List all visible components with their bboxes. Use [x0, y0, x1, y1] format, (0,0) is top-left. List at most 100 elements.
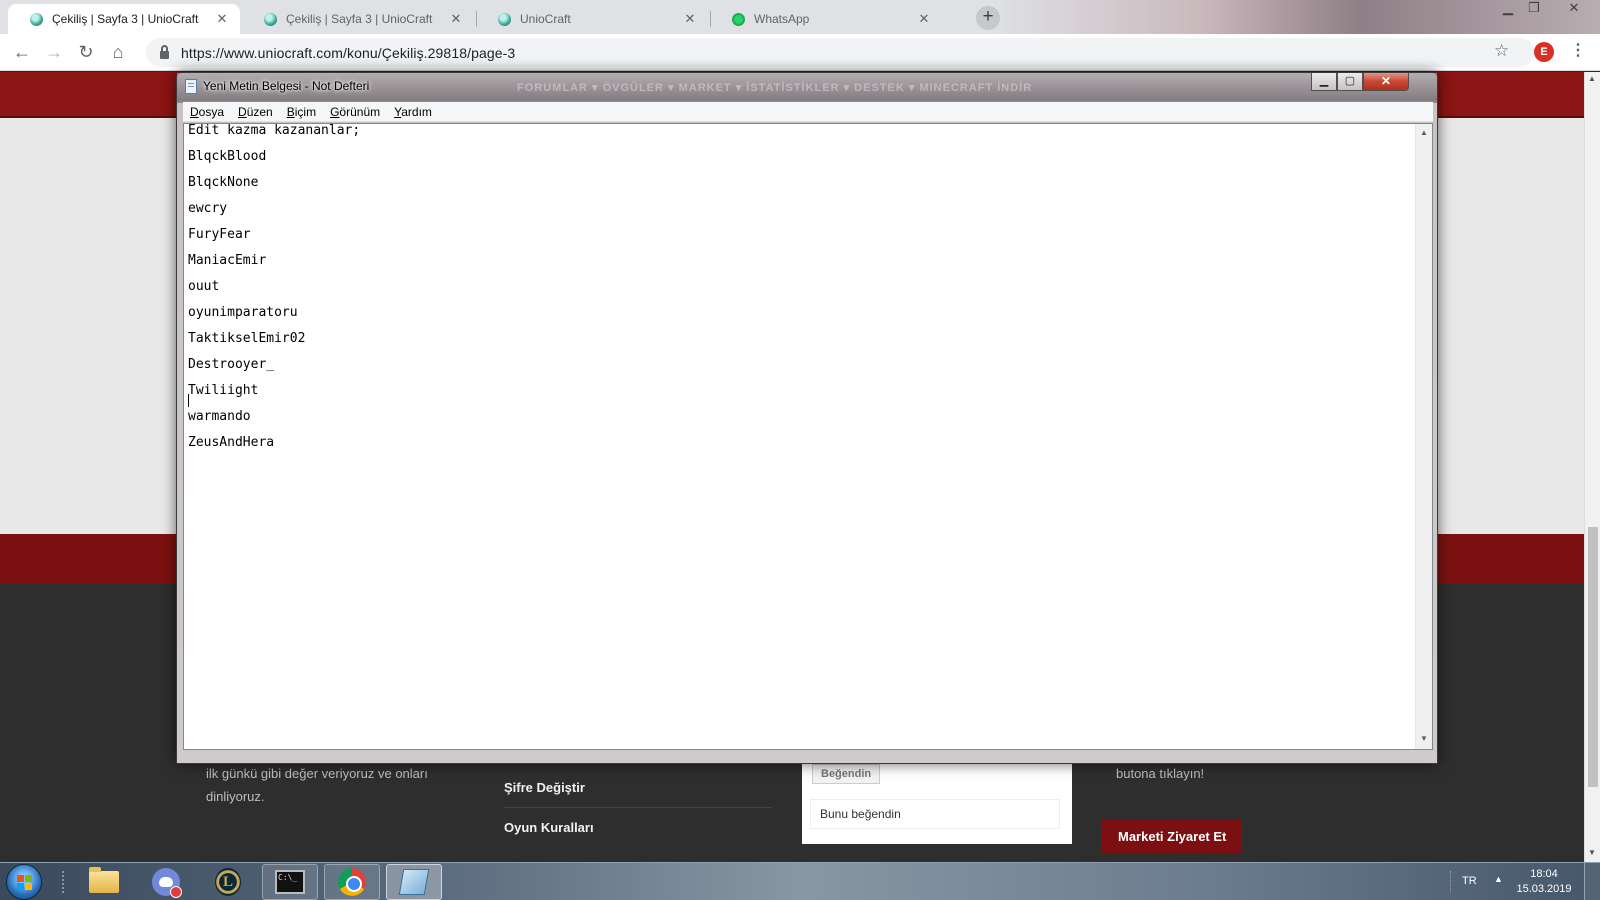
text-line: Edit kazma kazananlar;	[188, 123, 361, 138]
market-visit-button[interactable]: Marketi Ziyaret Et	[1102, 820, 1243, 854]
back-arrow-icon[interactable]: ←	[10, 40, 34, 64]
text-line: BlqckNone	[188, 175, 259, 190]
menu-yardim[interactable]: Yardım	[387, 105, 439, 119]
tab-whatsapp[interactable]: WhatsApp ✕	[710, 4, 942, 34]
page-scrollbar[interactable]: ▲ ▼	[1584, 72, 1600, 862]
notepad-title: Yeni Metin Belgesi - Not Defteri	[203, 79, 370, 93]
scroll-down-icon[interactable]: ▼	[1588, 848, 1596, 857]
text-line: Twiliight	[188, 383, 259, 398]
profile-avatar[interactable]: E	[1534, 42, 1554, 62]
site-nav-ghost-text: FORUMLAR ▾ ÖVGÜLER ▾ MARKET ▾ İSTATİSTİK…	[517, 82, 1033, 94]
tab-cekilis-1[interactable]: Çekiliş | Sayfa 3 | UnioCraft ✕	[8, 4, 240, 34]
notepad-scrollbar[interactable]: ▲ ▼	[1415, 124, 1432, 749]
text-line: BlqckBlood	[188, 149, 267, 164]
system-clock[interactable]: 18:04 15.03.2019	[1508, 867, 1580, 897]
footer-about-line1: ilk günkü gibi değer veriyoruz ve onları	[206, 766, 428, 781]
restore-icon[interactable]: ❐	[1520, 0, 1548, 18]
tray-expand-icon[interactable]: ▲	[1494, 874, 1503, 884]
whatsapp-favicon-icon	[732, 12, 745, 26]
tab-title: WhatsApp	[754, 12, 810, 26]
tab-cekilis-2[interactable]: Çekiliş | Sayfa 3 | UnioCraft ✕	[242, 4, 474, 34]
tab-close-icon[interactable]: ✕	[682, 11, 698, 27]
notepad-maximize-icon[interactable]: ▢	[1337, 73, 1363, 91]
scroll-down-icon[interactable]: ▼	[1420, 734, 1428, 743]
tray-divider	[1450, 871, 1452, 893]
uniocraft-favicon-icon	[30, 12, 43, 26]
text-caret	[188, 394, 189, 407]
notepad-close-icon[interactable]: ✕	[1363, 73, 1409, 91]
menu-duzen[interactable]: Düzen	[231, 105, 280, 119]
windows-taskbar: L C:\_ TR ▲ 18:04 15.03.2019	[0, 862, 1600, 900]
taskbar-grip	[62, 871, 64, 893]
start-button[interactable]	[6, 864, 42, 900]
browser-tabstrip: Çekiliş | Sayfa 3 | UnioCraft ✕ Çekiliş …	[0, 0, 1600, 34]
tab-title: Çekiliş | Sayfa 3 | UnioCraft	[52, 12, 199, 26]
notepad-window: FORUMLAR ▾ ÖVGÜLER ▾ MARKET ▾ İSTATİSTİK…	[176, 72, 1438, 764]
browser-menu-icon[interactable]: ⋮	[1570, 40, 1586, 60]
bookmark-star-icon[interactable]: ☆	[1494, 41, 1509, 61]
footer-link-oyun-kurallari[interactable]: Oyun Kuralları	[504, 820, 594, 835]
uniocraft-favicon-icon	[264, 12, 277, 26]
scroll-up-icon[interactable]: ▲	[1420, 128, 1428, 137]
tab-title: UnioCraft	[520, 12, 571, 26]
uniocraft-favicon-icon	[498, 12, 511, 26]
address-bar: ← → ↻ ⌂ https://www.uniocraft.com/konu/Ç…	[0, 34, 1600, 71]
text-line: ZeusAndHera	[188, 435, 275, 450]
notepad-icon	[398, 869, 430, 895]
notepad-titlebar[interactable]: FORUMLAR ▾ ÖVGÜLER ▾ MARKET ▾ İSTATİSTİK…	[177, 73, 1437, 101]
home-icon[interactable]: ⌂	[106, 40, 130, 64]
language-indicator[interactable]: TR	[1462, 875, 1477, 887]
menu-bicim[interactable]: Biçim	[280, 105, 323, 119]
menu-gorunum[interactable]: Görünüm	[323, 105, 387, 119]
url-text: https://www.uniocraft.com/konu/Çekiliş.2…	[181, 44, 516, 61]
url-omnibox[interactable]: https://www.uniocraft.com/konu/Çekiliş.2…	[146, 38, 1534, 67]
footer-divider	[504, 807, 772, 808]
folder-icon	[89, 867, 119, 893]
taskbar-chrome[interactable]	[324, 864, 380, 900]
facebook-like-box: Beğendin Bunu beğendin	[802, 762, 1072, 844]
tab-close-icon[interactable]: ✕	[214, 11, 230, 27]
minimize-icon[interactable]: ▁	[1494, 0, 1522, 18]
new-tab-button[interactable]: +	[976, 6, 1000, 30]
cmd-icon: C:\_	[275, 870, 305, 894]
taskbar-league[interactable]: L	[200, 864, 256, 900]
market-description: butona tıklayın!	[1116, 766, 1205, 781]
tab-title: Çekiliş | Sayfa 3 | UnioCraft	[286, 12, 433, 26]
text-line: warmando	[188, 409, 251, 424]
tab-uniocraft[interactable]: UnioCraft ✕	[476, 4, 708, 34]
league-of-legends-icon: L	[215, 868, 241, 896]
show-desktop-button[interactable]	[1584, 863, 1600, 900]
text-line: Destrooyer_	[188, 357, 275, 372]
notepad-content: Edit kazma kazananlar; BlqckBlood BlqckN…	[188, 124, 360, 462]
scroll-up-icon[interactable]: ▲	[1588, 74, 1596, 83]
tab-close-icon[interactable]: ✕	[916, 11, 932, 27]
clock-date: 15.03.2019	[1516, 883, 1572, 895]
taskbar-explorer[interactable]	[76, 864, 132, 900]
reload-icon[interactable]: ↻	[74, 40, 98, 64]
taskbar-discord[interactable]	[138, 864, 194, 900]
notepad-minimize-icon[interactable]: ▁	[1311, 73, 1337, 91]
text-line: ManiacEmir	[188, 253, 267, 268]
text-line: ouut	[188, 279, 220, 294]
footer-about-line2: dinliyoruz.	[206, 789, 265, 804]
lock-icon	[160, 44, 169, 59]
text-line: oyunimparatoru	[188, 305, 298, 320]
window-close-icon[interactable]: ✕	[1560, 0, 1588, 18]
text-line: TaktikselEmir02	[188, 331, 306, 346]
notepad-text-area[interactable]: Edit kazma kazananlar; BlqckBlood BlqckN…	[183, 123, 1433, 750]
taskbar-notepad[interactable]	[386, 864, 442, 900]
text-line: ewcry	[188, 201, 228, 216]
notepad-app-icon	[185, 79, 197, 94]
text-line: FuryFear	[188, 227, 251, 242]
windows-logo-icon	[17, 875, 33, 891]
scrollbar-thumb[interactable]	[1588, 527, 1598, 787]
menu-dosya[interactable]: Dosya	[183, 105, 231, 119]
chrome-icon	[338, 868, 366, 896]
discord-icon	[152, 868, 182, 898]
footer-link-sifre-degistir[interactable]: Şifre Değiştir	[504, 780, 585, 795]
tab-close-icon[interactable]: ✕	[448, 11, 464, 27]
like-button[interactable]: Beğendin	[812, 764, 881, 784]
taskbar-cmd[interactable]: C:\_	[262, 864, 318, 900]
forward-arrow-icon[interactable]: →	[42, 40, 66, 64]
like-status-text: Bunu beğendin	[810, 799, 1060, 829]
